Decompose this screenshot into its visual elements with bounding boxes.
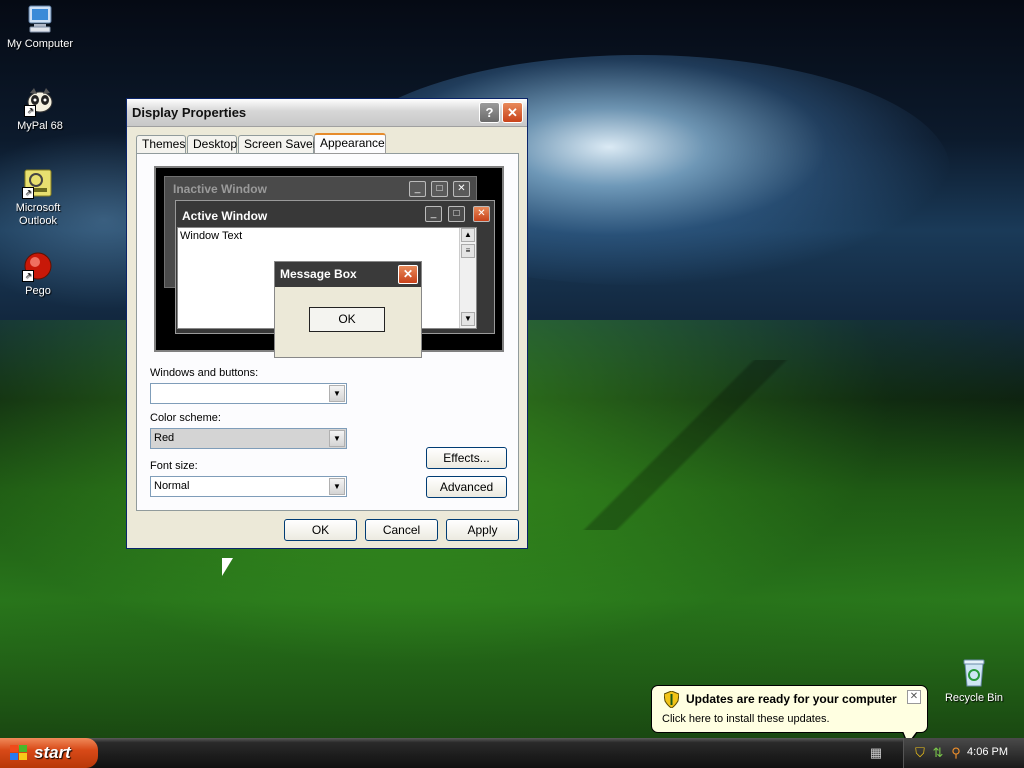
search-icon[interactable]: ⚲ [948, 745, 964, 761]
font-size-select[interactable]: Normal ▼ [150, 476, 347, 497]
close-icon: ✕ [453, 181, 470, 197]
shortcut-arrow-icon: ↗ [22, 187, 34, 199]
recycle-bin-icon [958, 657, 990, 689]
shortcut-arrow-icon: ↗ [22, 270, 34, 282]
maximize-icon: □ [431, 181, 448, 197]
desktop-icon-mypal[interactable]: ↗ MyPal 68 [0, 85, 80, 133]
windows-logo-icon [10, 745, 28, 761]
scroll-up-icon: ▲ [461, 228, 475, 242]
desktop-icon-label: My Computer [6, 38, 74, 50]
mouse-cursor [222, 558, 233, 576]
mypal-icon: ↗ [24, 85, 56, 117]
tab-appearance[interactable]: Appearance [314, 133, 386, 154]
preview-inactive-title: Inactive Window [173, 182, 267, 196]
title-bar[interactable]: Display Properties ? ✕ [127, 99, 527, 127]
chevron-down-icon[interactable]: ▼ [329, 430, 345, 447]
color-scheme-value: Red [154, 432, 175, 444]
security-shield-icon[interactable]: ⛉ [912, 745, 928, 761]
window-title: Display Properties [132, 105, 247, 120]
preview-active-window: Active Window _ □ ✕ Window Text ▲ ≡ ▼ Me… [175, 200, 495, 358]
outlook-icon: ↗ [22, 167, 54, 199]
windows-buttons-select[interactable]: ▼ [150, 383, 347, 404]
network-icon[interactable]: ⇅ [930, 745, 946, 761]
display-properties-window: Display Properties ? ✕ Themes Desktop Sc… [126, 98, 528, 549]
desktop-icon-pego[interactable]: ↗ Pego [0, 250, 78, 298]
desktop-icon-label: MyPal 68 [17, 120, 63, 132]
clock[interactable]: 4:06 PM [967, 746, 1008, 758]
effects-button[interactable]: Effects... [426, 447, 507, 469]
close-icon: ✕ [909, 691, 919, 702]
desktop-icon-label: Pego [25, 285, 51, 297]
desktop-icon-outlook[interactable]: ↗ Microsoft Outlook [0, 167, 78, 228]
maximize-icon: □ [448, 206, 465, 222]
update-notification-balloon[interactable]: Updates are ready for your computer Clic… [651, 685, 928, 746]
taskbar: start ▦ ⛉ ⇅ ⚲ 4:06 PM [0, 738, 1024, 768]
preview-active-title: Active Window [182, 209, 268, 223]
tab-screen-saver[interactable]: Screen Saver [238, 135, 317, 153]
preview-window-text: Window Text [180, 230, 243, 242]
start-label: start [34, 743, 71, 762]
preview-scrollbar: ▲ ≡ ▼ [459, 228, 476, 328]
scroll-thumb: ≡ [461, 244, 475, 258]
ok-button[interactable]: OK [284, 519, 357, 541]
color-scheme-select[interactable]: Red ▼ [150, 428, 347, 449]
minimize-icon: _ [409, 181, 426, 197]
color-scheme-label: Color scheme: [150, 412, 221, 424]
balloon-title: Updates are ready for your computer [686, 692, 897, 706]
appearance-preview: Inactive Window _ □ ✕ Active Window _ □ … [154, 166, 504, 358]
system-tray: ⛉ ⇅ ⚲ 4:06 PM [903, 738, 1024, 768]
close-icon: ✕ [507, 105, 518, 120]
preview-message-box: Message Box ✕ OK [274, 261, 422, 358]
desktop-icon-label: Microsoft Outlook [15, 202, 61, 227]
preview-message-titlebar: Message Box ✕ [275, 262, 421, 287]
font-size-value: Normal [154, 480, 190, 492]
start-button[interactable]: start [0, 738, 98, 768]
preview-message-title: Message Box [280, 267, 357, 281]
chevron-down-icon[interactable]: ▼ [329, 478, 345, 495]
cancel-button[interactable]: Cancel [365, 519, 438, 541]
desktop-icon-recycle-bin[interactable]: Recycle Bin [934, 657, 1014, 705]
font-size-label: Font size: [150, 460, 198, 472]
keyboard-icon[interactable]: ▦ [868, 745, 884, 761]
desktop-icon-label: Recycle Bin [944, 692, 1004, 704]
preview-ok-button: OK [309, 307, 385, 332]
help-icon: ? [485, 105, 494, 120]
desktop-icon-my-computer[interactable]: My Computer [0, 3, 80, 51]
close-icon: ✕ [398, 265, 418, 284]
pego-icon: ↗ [22, 250, 54, 282]
appearance-panel: Inactive Window _ □ ✕ Active Window _ □ … [136, 153, 519, 511]
advanced-button[interactable]: Advanced [426, 476, 507, 498]
tab-desktop[interactable]: Desktop [187, 135, 237, 153]
balloon-text[interactable]: Click here to install these updates. [662, 713, 830, 725]
computer-icon [24, 3, 56, 35]
chevron-down-icon[interactable]: ▼ [329, 385, 345, 402]
windows-buttons-label: Windows and buttons: [150, 367, 259, 379]
security-shield-icon [664, 691, 679, 708]
tab-themes[interactable]: Themes [136, 135, 186, 153]
close-icon: ✕ [473, 206, 490, 222]
balloon-close-button[interactable]: ✕ [907, 690, 921, 704]
wallpaper-logo-shadow [540, 360, 840, 530]
help-button[interactable]: ? [479, 102, 500, 123]
apply-button[interactable]: Apply [446, 519, 519, 541]
minimize-icon: _ [425, 206, 442, 222]
shortcut-arrow-icon: ↗ [24, 105, 36, 117]
close-button[interactable]: ✕ [502, 102, 523, 123]
scroll-down-icon: ▼ [461, 312, 475, 326]
